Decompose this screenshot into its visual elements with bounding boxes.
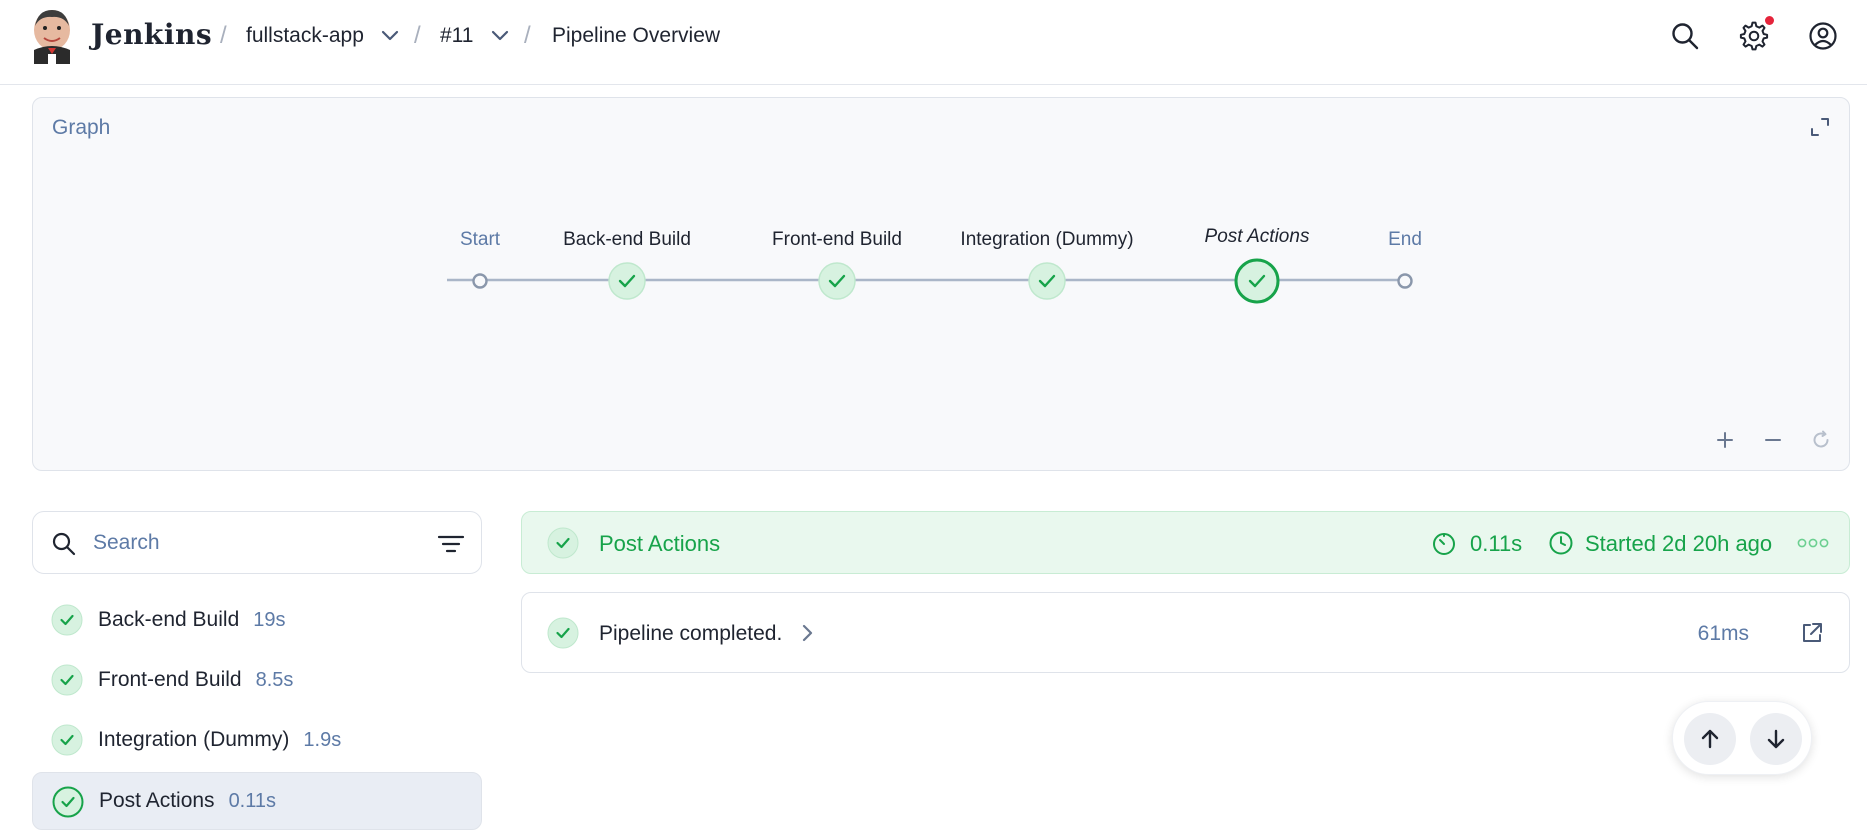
scroll-down-button[interactable]: [1750, 713, 1802, 765]
chevron-down-icon[interactable]: [490, 28, 510, 42]
graph-label-frontend-build: Front-end Build: [772, 229, 902, 250]
stage-duration: 8.5s: [255, 669, 294, 691]
stage-duration: 0.11s: [228, 790, 277, 812]
scroll-up-button[interactable]: [1684, 713, 1736, 765]
pipeline-graph: [447, 258, 1413, 304]
filter-icon[interactable]: [437, 531, 465, 557]
success-check-icon: [547, 527, 579, 559]
stage-duration: 19s: [253, 609, 286, 631]
chevron-down-icon[interactable]: [380, 28, 400, 42]
stage-started-time: Started 2d 20h ago: [1585, 531, 1773, 556]
breadcrumb-separator: /: [414, 22, 421, 49]
breadcrumb-item-build[interactable]: #11: [440, 24, 473, 48]
stage-detail-title: Post Actions: [599, 531, 721, 556]
breadcrumb-item-job[interactable]: fullstack-app: [246, 24, 364, 48]
graph-label-backend-build: Back-end Build: [563, 229, 691, 250]
user-account-icon[interactable]: [1805, 18, 1841, 54]
step-description: Pipeline completed.: [599, 622, 783, 645]
chevron-right-icon[interactable]: [799, 622, 815, 644]
clock-icon: [1549, 531, 1573, 555]
stage-list-item[interactable]: Back-end Build 19s: [32, 594, 482, 646]
graph-node-backend-build[interactable]: [608, 262, 646, 300]
jenkins-logo[interactable]: [30, 8, 74, 64]
graph-label-post-actions: Post Actions: [1204, 226, 1310, 247]
graph-label-start: Start: [459, 229, 501, 250]
success-check-icon: [51, 724, 83, 756]
stage-list-item[interactable]: Front-end Build 8.5s: [32, 654, 482, 706]
arrow-up-icon: [1701, 729, 1719, 749]
stage-duration: 1.9s: [303, 729, 342, 751]
breadcrumb-separator: /: [220, 22, 227, 49]
step-duration: 61ms: [1697, 622, 1749, 645]
timer-icon: [1433, 533, 1455, 555]
top-header: Jenkins / fullstack-app / #11 / Pipeline…: [0, 0, 1867, 85]
zoom-in-icon[interactable]: [1710, 425, 1740, 455]
search-icon[interactable]: [1667, 18, 1703, 54]
stage-list-label: Front-end Build 8.5s: [98, 668, 294, 691]
brand-name[interactable]: Jenkins: [91, 18, 212, 51]
zoom-out-icon[interactable]: [1758, 425, 1788, 455]
stage-list-item-active[interactable]: Post Actions 0.11s: [32, 772, 482, 830]
external-link-icon[interactable]: [1799, 620, 1825, 646]
stage-list-label: Post Actions 0.11s: [99, 789, 277, 812]
reset-zoom-icon[interactable]: [1806, 425, 1836, 455]
graph-node-integration[interactable]: [1028, 262, 1066, 300]
graph-node-frontend-build[interactable]: [818, 262, 856, 300]
stage-duration: 0.11s: [1470, 531, 1523, 556]
breadcrumb-item-page: Pipeline Overview: [552, 24, 721, 47]
scroll-controls: [1672, 701, 1812, 775]
more-options-icon[interactable]: [1797, 536, 1829, 550]
search-icon: [52, 532, 76, 556]
stage-detail-header: Post Actions 0.11s Started 2d 20h ago: [521, 511, 1850, 574]
stage-list-item[interactable]: Integration (Dummy) 1.9s: [32, 714, 482, 766]
graph-panel: Graph Start Back-end Build Front-end Bui: [32, 97, 1850, 471]
success-check-icon: [547, 617, 579, 649]
graph-node-start[interactable]: [472, 273, 488, 289]
notification-dot: [1765, 16, 1774, 25]
graph-node-post-actions[interactable]: [1234, 258, 1280, 304]
arrow-down-icon: [1767, 729, 1785, 749]
success-check-icon: [52, 786, 84, 818]
breadcrumb-separator: /: [524, 22, 531, 49]
graph-label-end: End: [1388, 229, 1422, 250]
stage-list-label: Integration (Dummy) 1.9s: [98, 728, 342, 751]
stage-search-box: [32, 511, 482, 574]
graph-node-end[interactable]: [1397, 273, 1413, 289]
stage-list-label: Back-end Build 19s: [98, 608, 286, 631]
step-row[interactable]: Pipeline completed. 61ms: [521, 592, 1850, 673]
success-check-icon: [51, 604, 83, 636]
success-check-icon: [51, 664, 83, 696]
search-input[interactable]: [93, 526, 393, 560]
graph-label-integration: Integration (Dummy): [960, 229, 1134, 250]
